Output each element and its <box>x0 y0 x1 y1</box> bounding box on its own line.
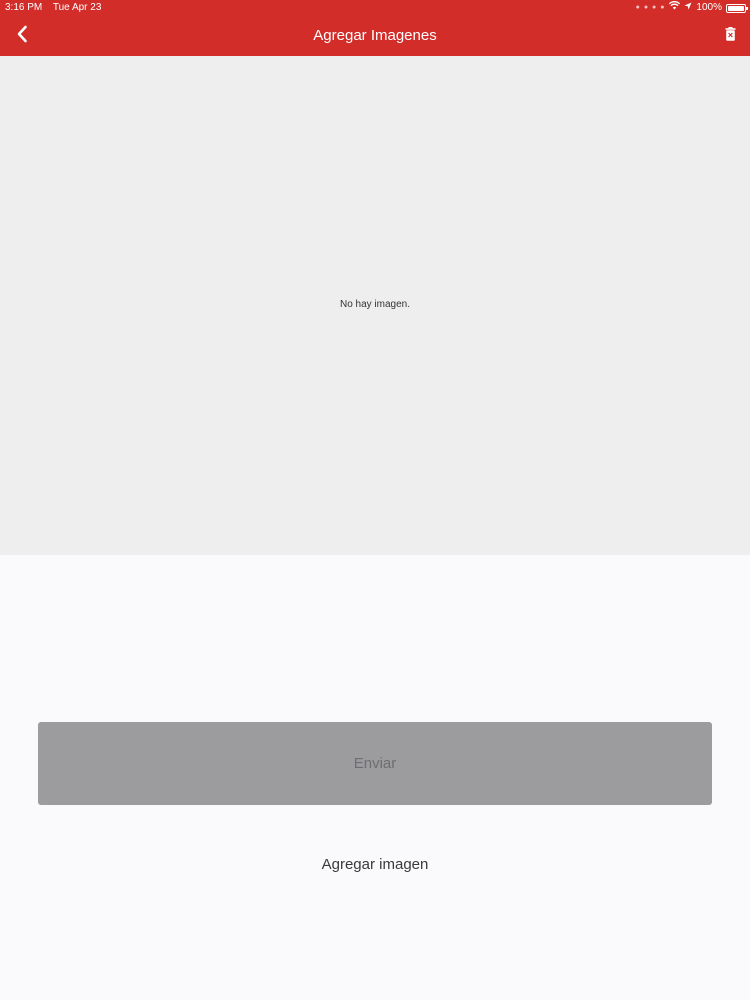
empty-image-text: No hay imagen. <box>339 299 411 310</box>
delete-button[interactable] <box>720 26 740 46</box>
image-preview-area: No hay imagen. <box>0 56 750 555</box>
send-button[interactable]: Enviar <box>38 722 712 805</box>
trash-icon <box>725 26 736 46</box>
battery-percent: 100% <box>696 2 722 13</box>
page-title: Agregar Imagenes <box>313 27 437 44</box>
nav-bar: Agregar Imagenes <box>0 16 750 56</box>
status-bar: 3:16 PM Tue Apr 23 ● ● ● ● 100% <box>0 0 750 16</box>
wifi-icon <box>669 0 681 16</box>
battery-icon <box>726 3 748 13</box>
status-right: ● ● ● ● 100% <box>635 0 748 16</box>
location-icon <box>684 0 692 16</box>
status-time: 3:16 PM <box>5 2 43 13</box>
status-date: Tue Apr 23 <box>52 2 102 13</box>
add-image-button[interactable]: Agregar imagen <box>275 848 475 880</box>
signal-icon: ● ● ● ● <box>635 4 666 11</box>
status-left: 3:16 PM Tue Apr 23 <box>5 0 109 16</box>
